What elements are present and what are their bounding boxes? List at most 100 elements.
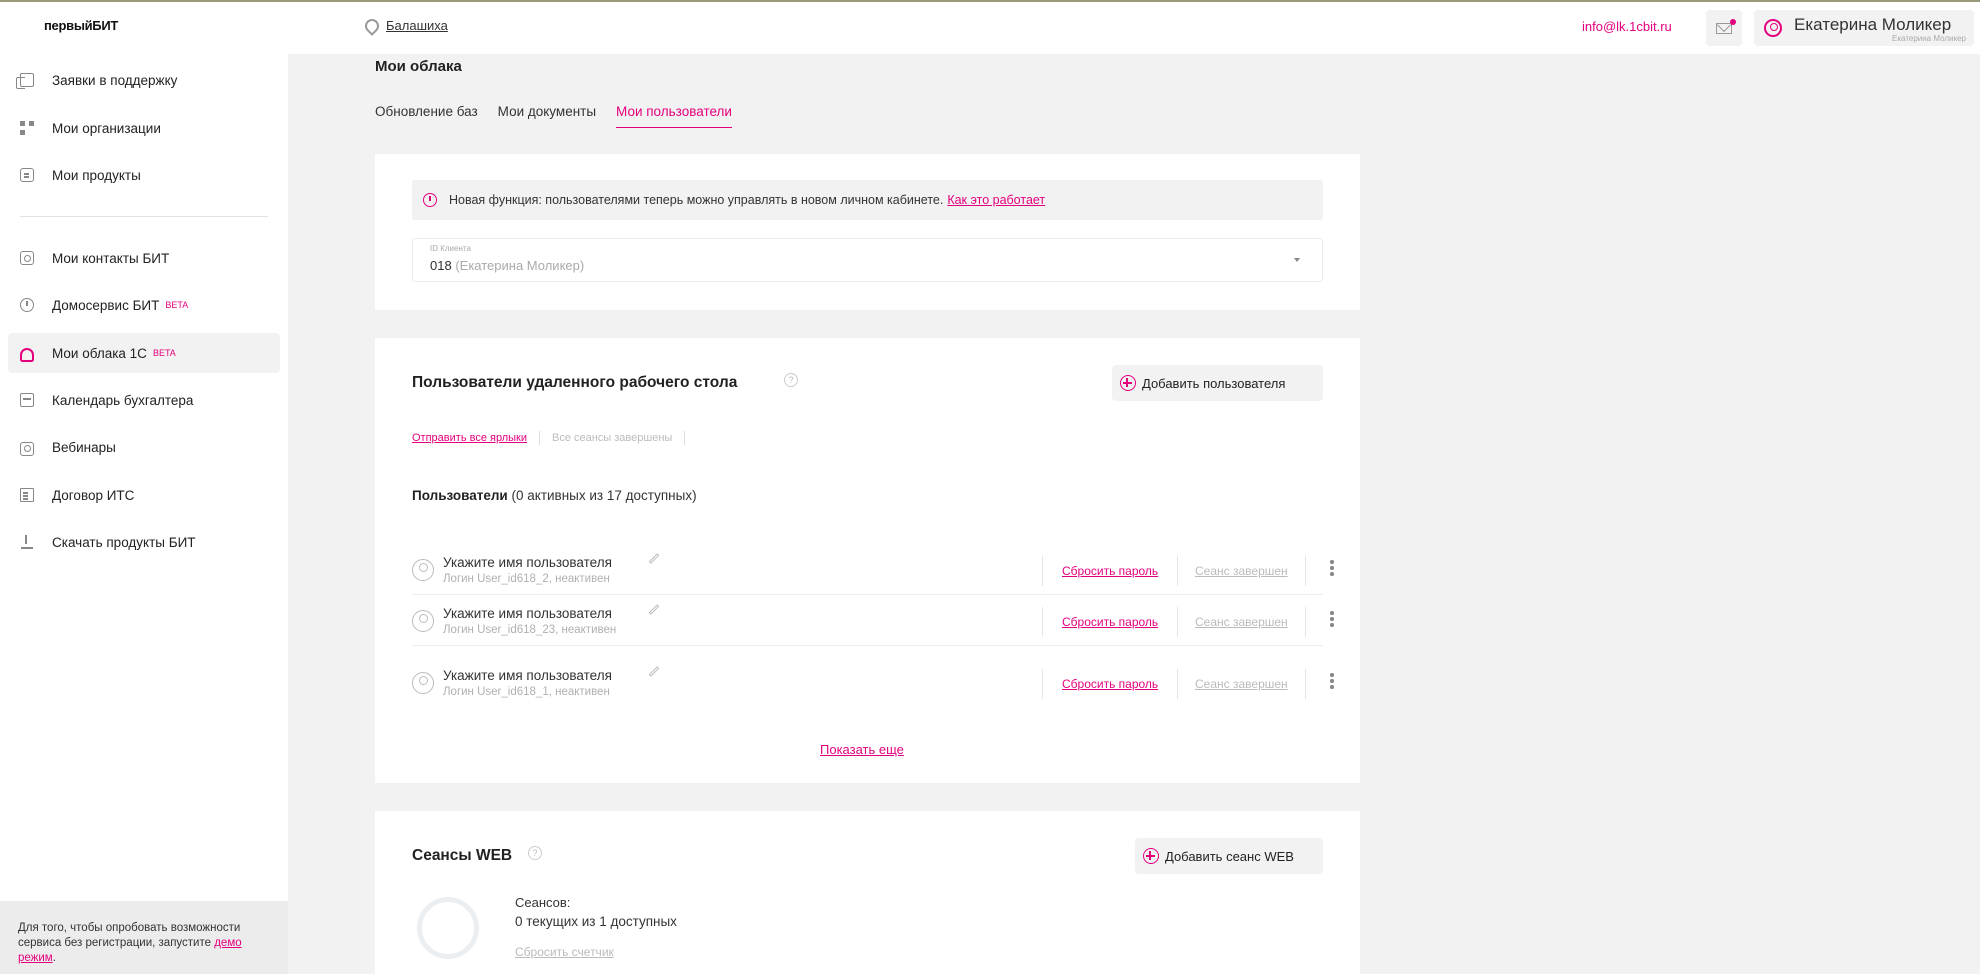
client-id-select[interactable]: ID Клиента 018 (Екатерина Моликер) bbox=[412, 238, 1323, 282]
sidebar-item-clouds[interactable]: Мои облака 1С BETA bbox=[8, 333, 280, 373]
add-user-button[interactable]: Добавить пользователя bbox=[1112, 365, 1323, 401]
rdp-users-card: Пользователи удаленного рабочего стола ?… bbox=[375, 338, 1360, 783]
box-icon bbox=[20, 168, 34, 182]
separator bbox=[1177, 607, 1178, 637]
user-icon bbox=[412, 610, 434, 632]
pencil-icon[interactable] bbox=[648, 666, 660, 677]
contact-icon bbox=[20, 251, 34, 265]
sidebar-item-calendar[interactable]: Календарь бухгалтера bbox=[8, 380, 280, 420]
how-it-works-link[interactable]: Как это работает bbox=[947, 193, 1045, 207]
sidebar-item-label: Скачать продукты БИТ bbox=[52, 534, 196, 550]
reset-password-link[interactable]: Сбросить пароль bbox=[1062, 677, 1158, 691]
sidebar-item-contacts[interactable]: Мои контакты БИТ bbox=[8, 238, 280, 278]
send-all-shortcuts-link[interactable]: Отправить все ярлыки bbox=[412, 432, 527, 444]
separator bbox=[1042, 669, 1043, 699]
more-vertical-icon[interactable] bbox=[1330, 673, 1334, 691]
sessions-label: Сеансов: bbox=[515, 895, 571, 910]
plus-circle-icon bbox=[1143, 848, 1159, 864]
city-label[interactable]: Балашиха bbox=[386, 18, 448, 33]
sidebar-item-label: Мои облака 1С bbox=[52, 345, 147, 361]
sidebar: Заявки в поддержку Мои организации Мои п… bbox=[0, 54, 288, 974]
user-icon bbox=[412, 559, 434, 581]
sidebar-item-its-contract[interactable]: Договор ИТС bbox=[8, 475, 280, 515]
sidebar-item-label: Заявки в поддержку bbox=[52, 72, 178, 88]
clock-icon bbox=[20, 298, 34, 312]
separator bbox=[1305, 556, 1306, 586]
cloud-icon bbox=[20, 348, 34, 362]
sidebar-item-products[interactable]: Мои продукты bbox=[8, 155, 280, 195]
promo-end: . bbox=[52, 952, 56, 964]
unread-dot bbox=[1730, 19, 1736, 25]
add-web-session-label: Добавить сеанс WEB bbox=[1165, 848, 1294, 864]
sidebar-item-label: Домосервис БИТ bbox=[52, 297, 160, 313]
session-status-link[interactable]: Сеанс завершен bbox=[1195, 564, 1288, 578]
add-user-label: Добавить пользователя bbox=[1142, 375, 1286, 391]
table-row: Укажите имя пользователя Логин User_id61… bbox=[412, 596, 1334, 646]
city-selector[interactable]: Балашиха bbox=[364, 18, 448, 33]
tab-users[interactable]: Мои пользователи bbox=[616, 104, 732, 128]
separator bbox=[1177, 669, 1178, 699]
messages-button[interactable] bbox=[1706, 10, 1742, 46]
sidebar-item-label: Договор ИТС bbox=[52, 487, 135, 503]
new-feature-notice: Новая функция: пользователями теперь мож… bbox=[412, 180, 1323, 220]
info-icon bbox=[423, 193, 437, 207]
user-login: Логин User_id618_23, неактивен bbox=[443, 624, 617, 636]
sidebar-item-organizations[interactable]: Мои организации bbox=[8, 108, 280, 148]
client-id-label: ID Клиента bbox=[430, 244, 471, 253]
rdp-actions: Отправить все ярлыки Все сеансы завершен… bbox=[412, 431, 697, 445]
separator bbox=[1177, 556, 1178, 586]
grid-icon bbox=[20, 121, 34, 135]
user-login: Логин User_id618_2, неактивен bbox=[443, 573, 610, 585]
sidebar-item-download[interactable]: Скачать продукты БИТ bbox=[8, 522, 280, 562]
separator bbox=[684, 431, 686, 445]
sidebar-item-label: Календарь бухгалтера bbox=[52, 392, 194, 408]
separator bbox=[538, 431, 540, 445]
sidebar-item-domoservice[interactable]: Домосервис БИТ BETA bbox=[8, 285, 280, 325]
table-row: Укажите имя пользователя Логин User_id61… bbox=[412, 658, 1334, 708]
separator bbox=[1042, 556, 1043, 586]
user-name: Екатерина Моликер bbox=[1794, 15, 1952, 34]
user-icon bbox=[412, 672, 434, 694]
add-web-session-button[interactable]: Добавить сеанс WEB bbox=[1135, 838, 1323, 874]
web-sessions-card: Сеансы WEB ? Добавить сеанс WEB Сеансов:… bbox=[375, 811, 1360, 974]
location-pin-icon bbox=[364, 19, 376, 33]
more-vertical-icon[interactable] bbox=[1330, 560, 1334, 578]
reset-password-link[interactable]: Сбросить пароль bbox=[1062, 615, 1158, 629]
calendar-icon bbox=[20, 393, 34, 407]
support-email-link[interactable]: info@lk.1cbit.ru bbox=[1582, 19, 1672, 34]
sessions-value: 0 текущих из 1 доступных bbox=[515, 914, 677, 929]
envelope-icon bbox=[1716, 23, 1732, 34]
demo-promo: Для того, чтобы опробовать возможности с… bbox=[0, 901, 288, 974]
help-icon[interactable]: ? bbox=[528, 846, 542, 860]
session-status-link[interactable]: Сеанс завершен bbox=[1195, 615, 1288, 629]
beta-badge: BETA bbox=[152, 348, 176, 358]
pencil-icon[interactable] bbox=[648, 553, 660, 564]
reset-counter-link[interactable]: Сбросить счетчик bbox=[515, 945, 614, 959]
user-name: Укажите имя пользователя bbox=[443, 668, 612, 683]
sidebar-item-support[interactable]: Заявки в поддержку bbox=[8, 60, 280, 100]
reset-password-link[interactable]: Сбросить пароль bbox=[1062, 564, 1158, 578]
tab-documents[interactable]: Мои документы bbox=[498, 104, 596, 128]
user-menu-button[interactable]: Екатерина Моликер Екатерина Моликер bbox=[1754, 10, 1974, 46]
sidebar-item-label: Мои контакты БИТ bbox=[52, 250, 170, 266]
session-status-link[interactable]: Сеанс завершен bbox=[1195, 677, 1288, 691]
all-sessions-ended-link[interactable]: Все сеансы завершены bbox=[552, 432, 672, 444]
notice-text: Новая функция: пользователями теперь мож… bbox=[449, 193, 944, 207]
user-name: Укажите имя пользователя bbox=[443, 555, 612, 570]
sidebar-item-label: Мои организации bbox=[52, 120, 161, 136]
users-count: Пользователи (0 активных из 17 доступных… bbox=[412, 488, 697, 503]
table-row: Укажите имя пользователя Логин User_id61… bbox=[412, 545, 1334, 595]
tab-db-updates[interactable]: Обновление баз bbox=[375, 104, 478, 128]
pencil-icon[interactable] bbox=[648, 604, 660, 615]
separator bbox=[1042, 607, 1043, 637]
sidebar-divider bbox=[20, 216, 268, 217]
tabs: Обновление баз Мои документы Мои пользов… bbox=[375, 104, 752, 128]
user-avatar-icon bbox=[1764, 19, 1782, 37]
logo[interactable]: первыйБИТ bbox=[44, 18, 118, 33]
sidebar-item-label: Мои продукты bbox=[52, 167, 141, 183]
more-vertical-icon[interactable] bbox=[1330, 611, 1334, 629]
show-more-link[interactable]: Показать еще bbox=[820, 742, 904, 757]
sidebar-item-webinars[interactable]: Вебинары bbox=[8, 427, 280, 467]
client-id-value: 018 (Екатерина Моликер) bbox=[430, 258, 585, 273]
help-icon[interactable]: ? bbox=[784, 373, 798, 387]
